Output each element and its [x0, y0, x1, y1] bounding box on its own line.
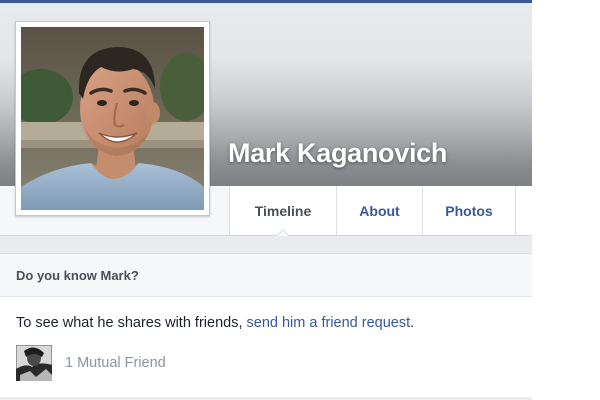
send-friend-request-link[interactable]: send him a friend request: [247, 315, 411, 331]
tab-timeline[interactable]: Timeline: [229, 186, 336, 236]
tab-about[interactable]: About: [336, 186, 422, 235]
profile-page: Mark Kaganovich Timeline About Photos Do…: [0, 0, 532, 400]
card-title: Do you know Mark?: [0, 254, 532, 297]
profile-picture-frame[interactable]: [15, 21, 210, 216]
profile-tabs: Timeline About Photos: [229, 186, 516, 236]
prompt-period: .: [410, 315, 415, 331]
tab-about-label: About: [359, 202, 400, 219]
mutual-friends-row: 1 Mutual Friend: [16, 345, 166, 381]
tab-photos[interactable]: Photos: [422, 186, 516, 235]
prompt-text: To see what he shares with friends,: [16, 315, 247, 331]
friend-request-prompt: To see what he shares with friends, send…: [16, 315, 414, 331]
mutual-friend-avatar[interactable]: [16, 345, 52, 381]
do-you-know-card: Do you know Mark? To see what he shares …: [0, 253, 532, 399]
tab-photos-label: Photos: [445, 202, 493, 219]
tab-timeline-label: Timeline: [254, 202, 312, 219]
profile-picture: [21, 27, 204, 210]
active-tab-caret-icon: [276, 229, 290, 236]
screenshot-stage: Mark Kaganovich Timeline About Photos Do…: [0, 0, 600, 400]
profile-name[interactable]: Mark Kaganovich: [228, 138, 447, 169]
mutual-friend-count[interactable]: 1 Mutual Friend: [65, 355, 166, 371]
tab-overflow-area: [516, 186, 532, 235]
